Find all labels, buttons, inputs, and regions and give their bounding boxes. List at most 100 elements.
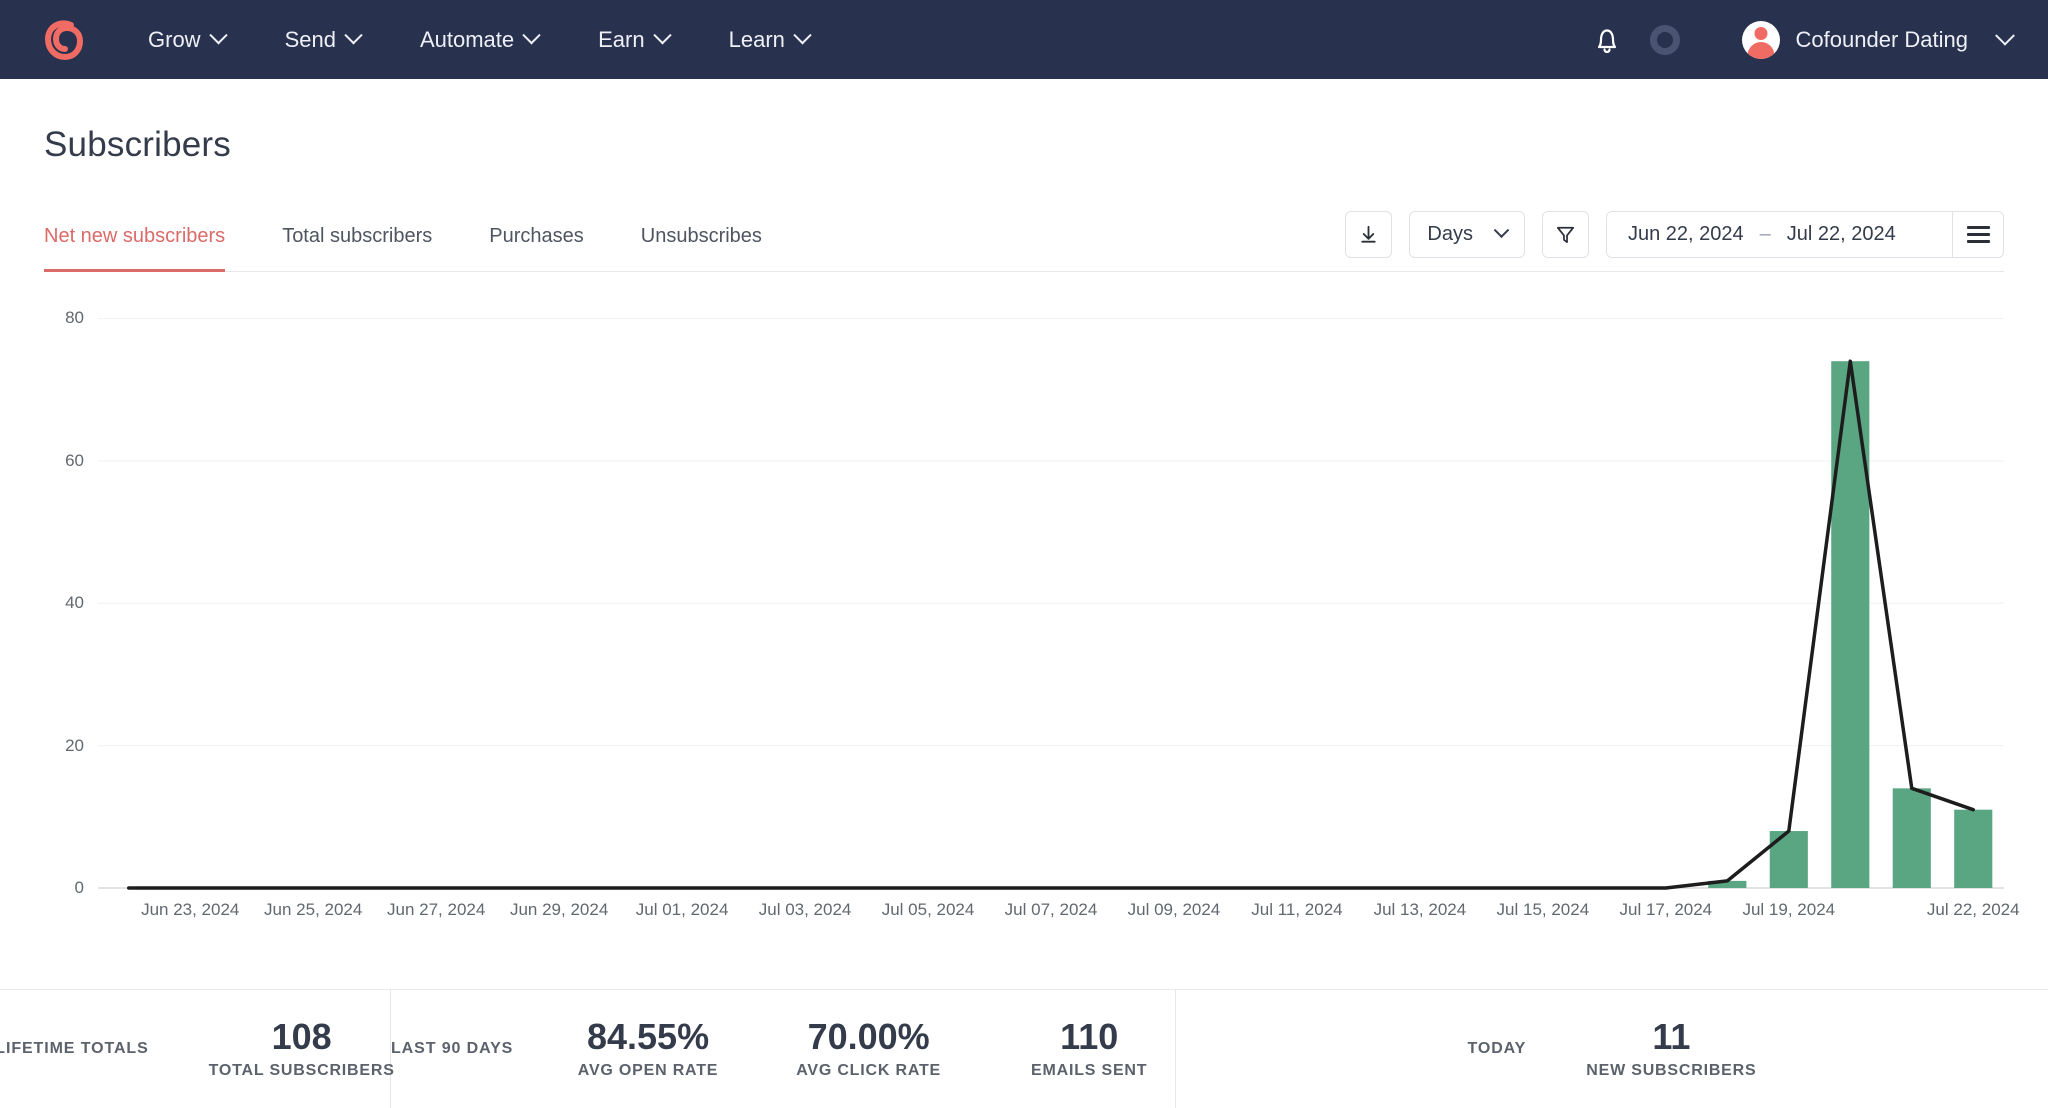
account-menu[interactable]: Cofounder Dating (1741, 20, 2015, 59)
chevron-down-icon (522, 26, 541, 45)
date-range-end: Jul 22, 2024 (1786, 223, 1896, 245)
interval-select-value: Days (1427, 223, 1473, 245)
y-axis-tick-label: 40 (65, 593, 84, 613)
page-title: Subscribers (44, 125, 231, 164)
tab-label: Purchases (489, 225, 584, 247)
x-axis-tick-label: Jun 27, 2024 (387, 900, 486, 919)
x-axis-tick-label: Jul 19, 2024 (1742, 900, 1836, 919)
y-axis-tick-label: 20 (65, 735, 84, 755)
nav-item-earn[interactable]: Earn (598, 17, 714, 63)
interval-select[interactable]: Days (1409, 211, 1525, 258)
x-axis-tick-label: Jul 13, 2024 (1373, 900, 1467, 919)
nav-item-send[interactable]: Send (285, 17, 406, 63)
chart-bar[interactable] (1892, 788, 1931, 888)
nav-item-learn[interactable]: Learn (729, 17, 855, 63)
page-container: Subscribers Net new subscribers Total su… (0, 125, 2048, 940)
stat-group-label: LAST 90 DAYS (391, 1040, 514, 1057)
metric-value: 108 (271, 1015, 332, 1057)
account-name: Cofounder Dating (1795, 26, 1968, 52)
chevron-down-icon (652, 26, 672, 45)
tab-list: Net new subscribers Total subscribers Pu… (44, 225, 819, 272)
user-avatar-icon (1741, 20, 1780, 59)
chart-toolbar: Days Jun 22, 2024 – Jul 22, 2024 (1345, 211, 2004, 271)
date-range-value[interactable]: Jun 22, 2024 – Jul 22, 2024 (1607, 212, 1952, 257)
x-axis-tick-label: Jul 11, 2024 (1251, 900, 1343, 919)
metric-avg-open-rate: 84.55% AVG OPEN RATE (562, 1015, 734, 1081)
convertkit-logo-icon[interactable] (40, 17, 86, 63)
stat-group-label: TODAY (1467, 1040, 1527, 1057)
grid-lines (98, 317, 2004, 889)
metric-new-subscribers: 11 NEW SUBSCRIBERS (1586, 1015, 1757, 1081)
nav-item-label: Grow (148, 26, 201, 52)
nav-item-label: Automate (419, 26, 515, 52)
stat-group-lifetime-totals: LIFETIME TOTALS 108 TOTAL SUBSCRIBERS (0, 990, 394, 1108)
nav-item-grow[interactable]: Grow (148, 17, 271, 63)
tab-unsubscribes[interactable]: Unsubscribes (641, 225, 762, 272)
metric-total-subscribers: 108 TOTAL SUBSCRIBERS (208, 1015, 395, 1081)
nav-item-label: Earn (598, 26, 645, 52)
funnel-filter-icon (1556, 226, 1575, 244)
bar-series (1708, 361, 1993, 888)
date-range-separator: – (1759, 223, 1771, 245)
metric-label: NEW SUBSCRIBERS (1586, 1062, 1757, 1080)
metric-value: 84.55% (586, 1015, 710, 1057)
date-range-start: Jun 22, 2024 (1628, 223, 1744, 245)
chart-plot-area (98, 317, 2004, 890)
x-axis-tick-label: Jun 23, 2024 (141, 900, 240, 919)
metric-value: 70.00% (807, 1015, 930, 1057)
chart-bar[interactable] (1769, 831, 1808, 888)
metric-avg-click-rate: 70.00% AVG CLICK RATE (783, 1015, 955, 1081)
x-axis-tick-label: Jun 29, 2024 (509, 900, 609, 919)
bell-icon[interactable] (1592, 24, 1622, 56)
tab-label: Net new subscribers (44, 225, 226, 247)
date-range-menu-button[interactable] (1952, 212, 2003, 257)
net-new-subscribers-chart: 0 20 40 60 80 (44, 280, 2004, 900)
date-range-picker[interactable]: Jun 22, 2024 – Jul 22, 2024 (1606, 211, 2004, 258)
x-axis-tick-label: Jul 22, 2024 (1926, 900, 2020, 919)
stat-group-label: LIFETIME TOTALS (0, 1040, 149, 1057)
chart-bar[interactable] (1831, 361, 1870, 888)
nav-item-automate[interactable]: Automate (420, 17, 584, 63)
y-axis-tick-label: 60 (65, 450, 84, 470)
x-axis-tick-label: Jul 17, 2024 (1619, 900, 1713, 919)
x-axis-tick-label: Jul 07, 2024 (1004, 900, 1098, 919)
nav-item-label: Send (284, 26, 336, 52)
tab-total-subscribers[interactable]: Total subscribers (282, 225, 432, 272)
chevron-down-icon (1995, 25, 2015, 46)
download-icon (1361, 225, 1377, 243)
x-axis: Jun 23, 2024 Jun 25, 2024 Jun 27, 2024 Jun … (44, 900, 2020, 940)
metric-label: EMAILS SENT (1031, 1062, 1148, 1080)
x-axis-tick-label: Jul 15, 2024 (1496, 900, 1590, 919)
main-menu: Grow Send Automate Earn Learn (148, 17, 869, 63)
metric-label: AVG CLICK RATE (796, 1062, 942, 1080)
y-axis-tick-label: 80 (65, 308, 84, 328)
tab-net-new-subscribers[interactable]: Net new subscribers (44, 225, 226, 272)
tabs-and-toolbar-row: Net new subscribers Total subscribers Pu… (44, 211, 2004, 272)
tab-label: Total subscribers (282, 225, 433, 247)
metric-value: 11 (1652, 1015, 1691, 1057)
x-axis-tick-label: Jun 25, 2024 (264, 900, 363, 919)
chart-bar[interactable] (1954, 809, 1993, 888)
nav-right-cluster: Cofounder Dating (1592, 20, 2015, 59)
x-axis-tick-label: Jul 09, 2024 (1127, 900, 1221, 919)
y-axis-tick-label: 0 (74, 878, 84, 897)
nav-item-label: Learn (728, 26, 785, 52)
chevron-down-icon (208, 26, 228, 45)
y-axis: 0 20 40 60 80 (44, 280, 98, 900)
stat-group-today: TODAY 11 NEW SUBSCRIBERS (1176, 990, 2048, 1108)
chevron-down-icon (344, 26, 363, 45)
filter-button[interactable] (1542, 211, 1589, 258)
export-download-button[interactable] (1345, 211, 1393, 258)
metric-label: TOTAL SUBSCRIBERS (208, 1062, 395, 1080)
chevron-down-icon (793, 26, 812, 45)
x-axis-tick-label: Jul 05, 2024 (881, 900, 975, 919)
metric-emails-sent: 110 EMAILS SENT (1003, 1017, 1175, 1081)
ring-status-icon[interactable] (1649, 24, 1680, 55)
summary-stats-bar: LIFETIME TOTALS 108 TOTAL SUBSCRIBERS LA… (0, 989, 2048, 1108)
tab-purchases[interactable]: Purchases (489, 225, 584, 272)
metric-label: AVG OPEN RATE (577, 1062, 719, 1080)
hamburger-menu-icon (1966, 222, 1990, 247)
top-navigation-bar: Grow Send Automate Earn Learn Cofounder … (0, 0, 2048, 79)
stat-group-last-90-days: LAST 90 DAYS 84.55% AVG OPEN RATE 70.00%… (391, 990, 1176, 1108)
chevron-down-icon (1493, 222, 1510, 239)
